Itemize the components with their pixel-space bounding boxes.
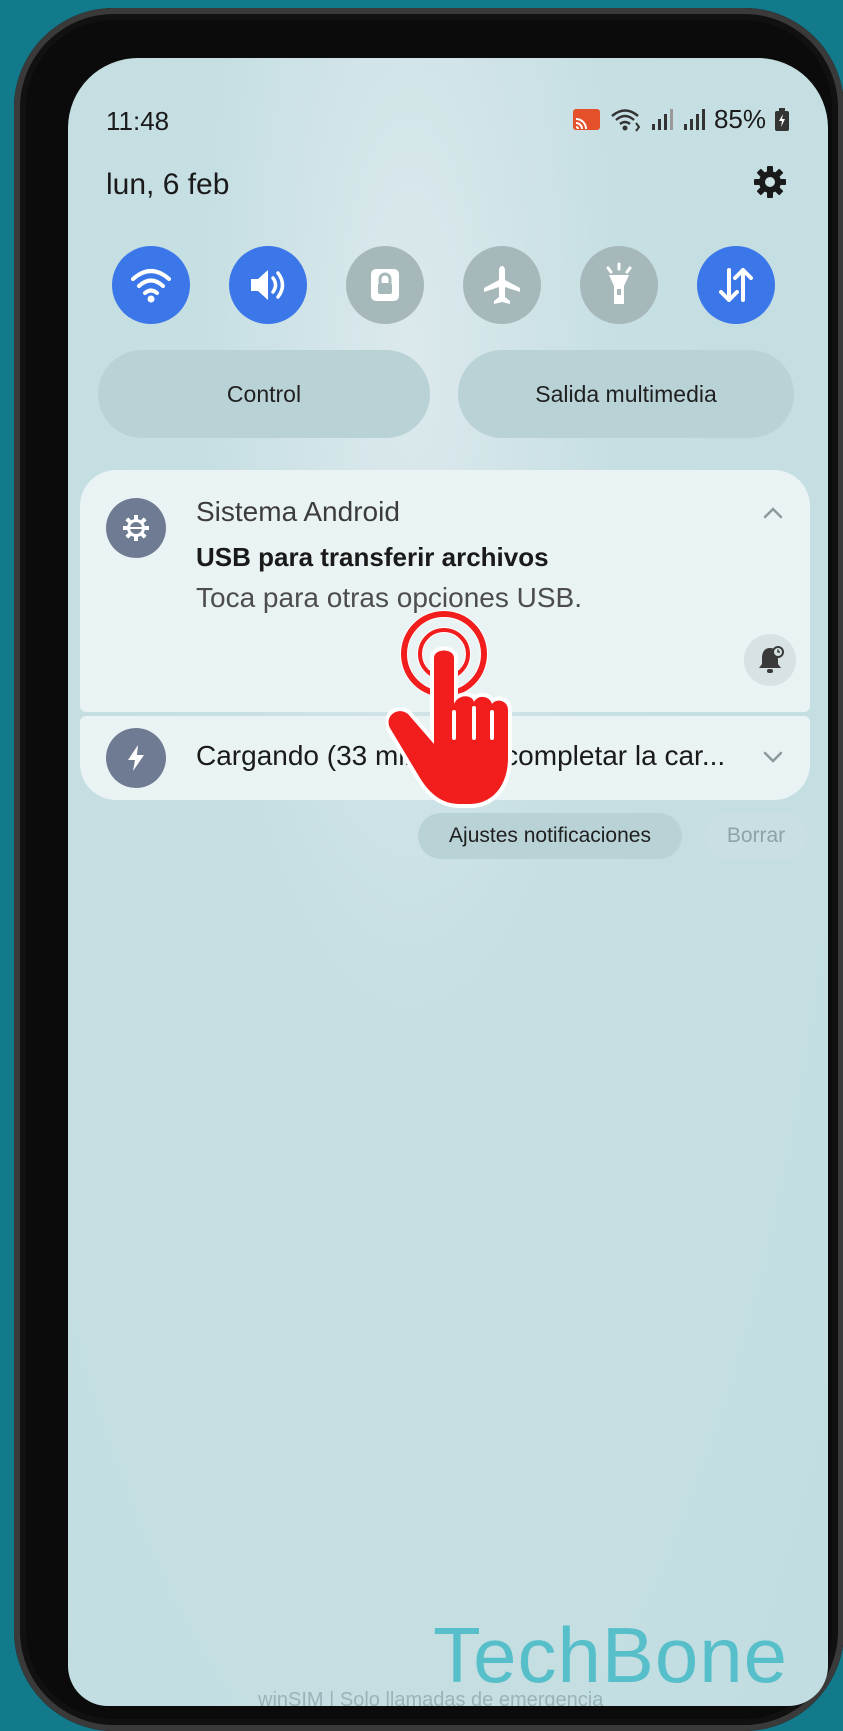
battery-icon xyxy=(774,107,790,132)
phone-frame: 11:48 85% lun, 6 feb Control Salida mult… xyxy=(14,8,843,1731)
snooze-bell-icon[interactable] xyxy=(744,634,796,686)
status-time: 11:48 xyxy=(106,106,170,136)
cell-signal-icon xyxy=(650,108,674,132)
airplane-icon xyxy=(484,266,520,304)
quick-toggle-rotation-lock[interactable] xyxy=(346,246,424,324)
control-button[interactable]: Control xyxy=(98,350,430,438)
lock-icon xyxy=(371,269,399,301)
media-output-button[interactable]: Salida multimedia xyxy=(458,350,794,438)
quick-toggle-mobile-data[interactable] xyxy=(697,246,775,324)
cell-signal-icon-2 xyxy=(682,108,706,132)
chevron-down-icon[interactable] xyxy=(760,744,786,770)
gear-icon[interactable] xyxy=(750,162,790,202)
quick-toggle-sound[interactable] xyxy=(229,246,307,324)
notification-title: USB para transferir archivos xyxy=(196,542,549,572)
wifi-icon xyxy=(131,269,171,303)
notification-panel: 11:48 85% lun, 6 feb Control Salida mult… xyxy=(68,58,828,1706)
charging-bolt-icon xyxy=(106,728,166,788)
data-transfer-icon xyxy=(719,268,753,302)
quick-toggle-airplane[interactable] xyxy=(463,246,541,324)
chevron-up-icon[interactable] xyxy=(760,500,786,526)
wifi-signal-icon xyxy=(610,107,642,133)
quick-toggle-flashlight[interactable] xyxy=(580,246,658,324)
techbone-watermark: TechBone xyxy=(433,1611,788,1699)
clear-button[interactable]: Borrar xyxy=(704,813,808,859)
tap-indicator-hand-icon xyxy=(384,608,526,833)
notification-app-name: Sistema Android xyxy=(196,496,400,527)
flashlight-icon xyxy=(606,262,632,304)
quick-toggle-wifi[interactable] xyxy=(112,246,190,324)
date-label: lun, 6 feb xyxy=(106,168,230,201)
cast-icon xyxy=(572,107,602,133)
volume-icon xyxy=(251,270,285,300)
android-system-icon xyxy=(106,498,166,558)
battery-percent: 85% xyxy=(713,104,766,134)
status-icons: 85% xyxy=(572,104,790,135)
